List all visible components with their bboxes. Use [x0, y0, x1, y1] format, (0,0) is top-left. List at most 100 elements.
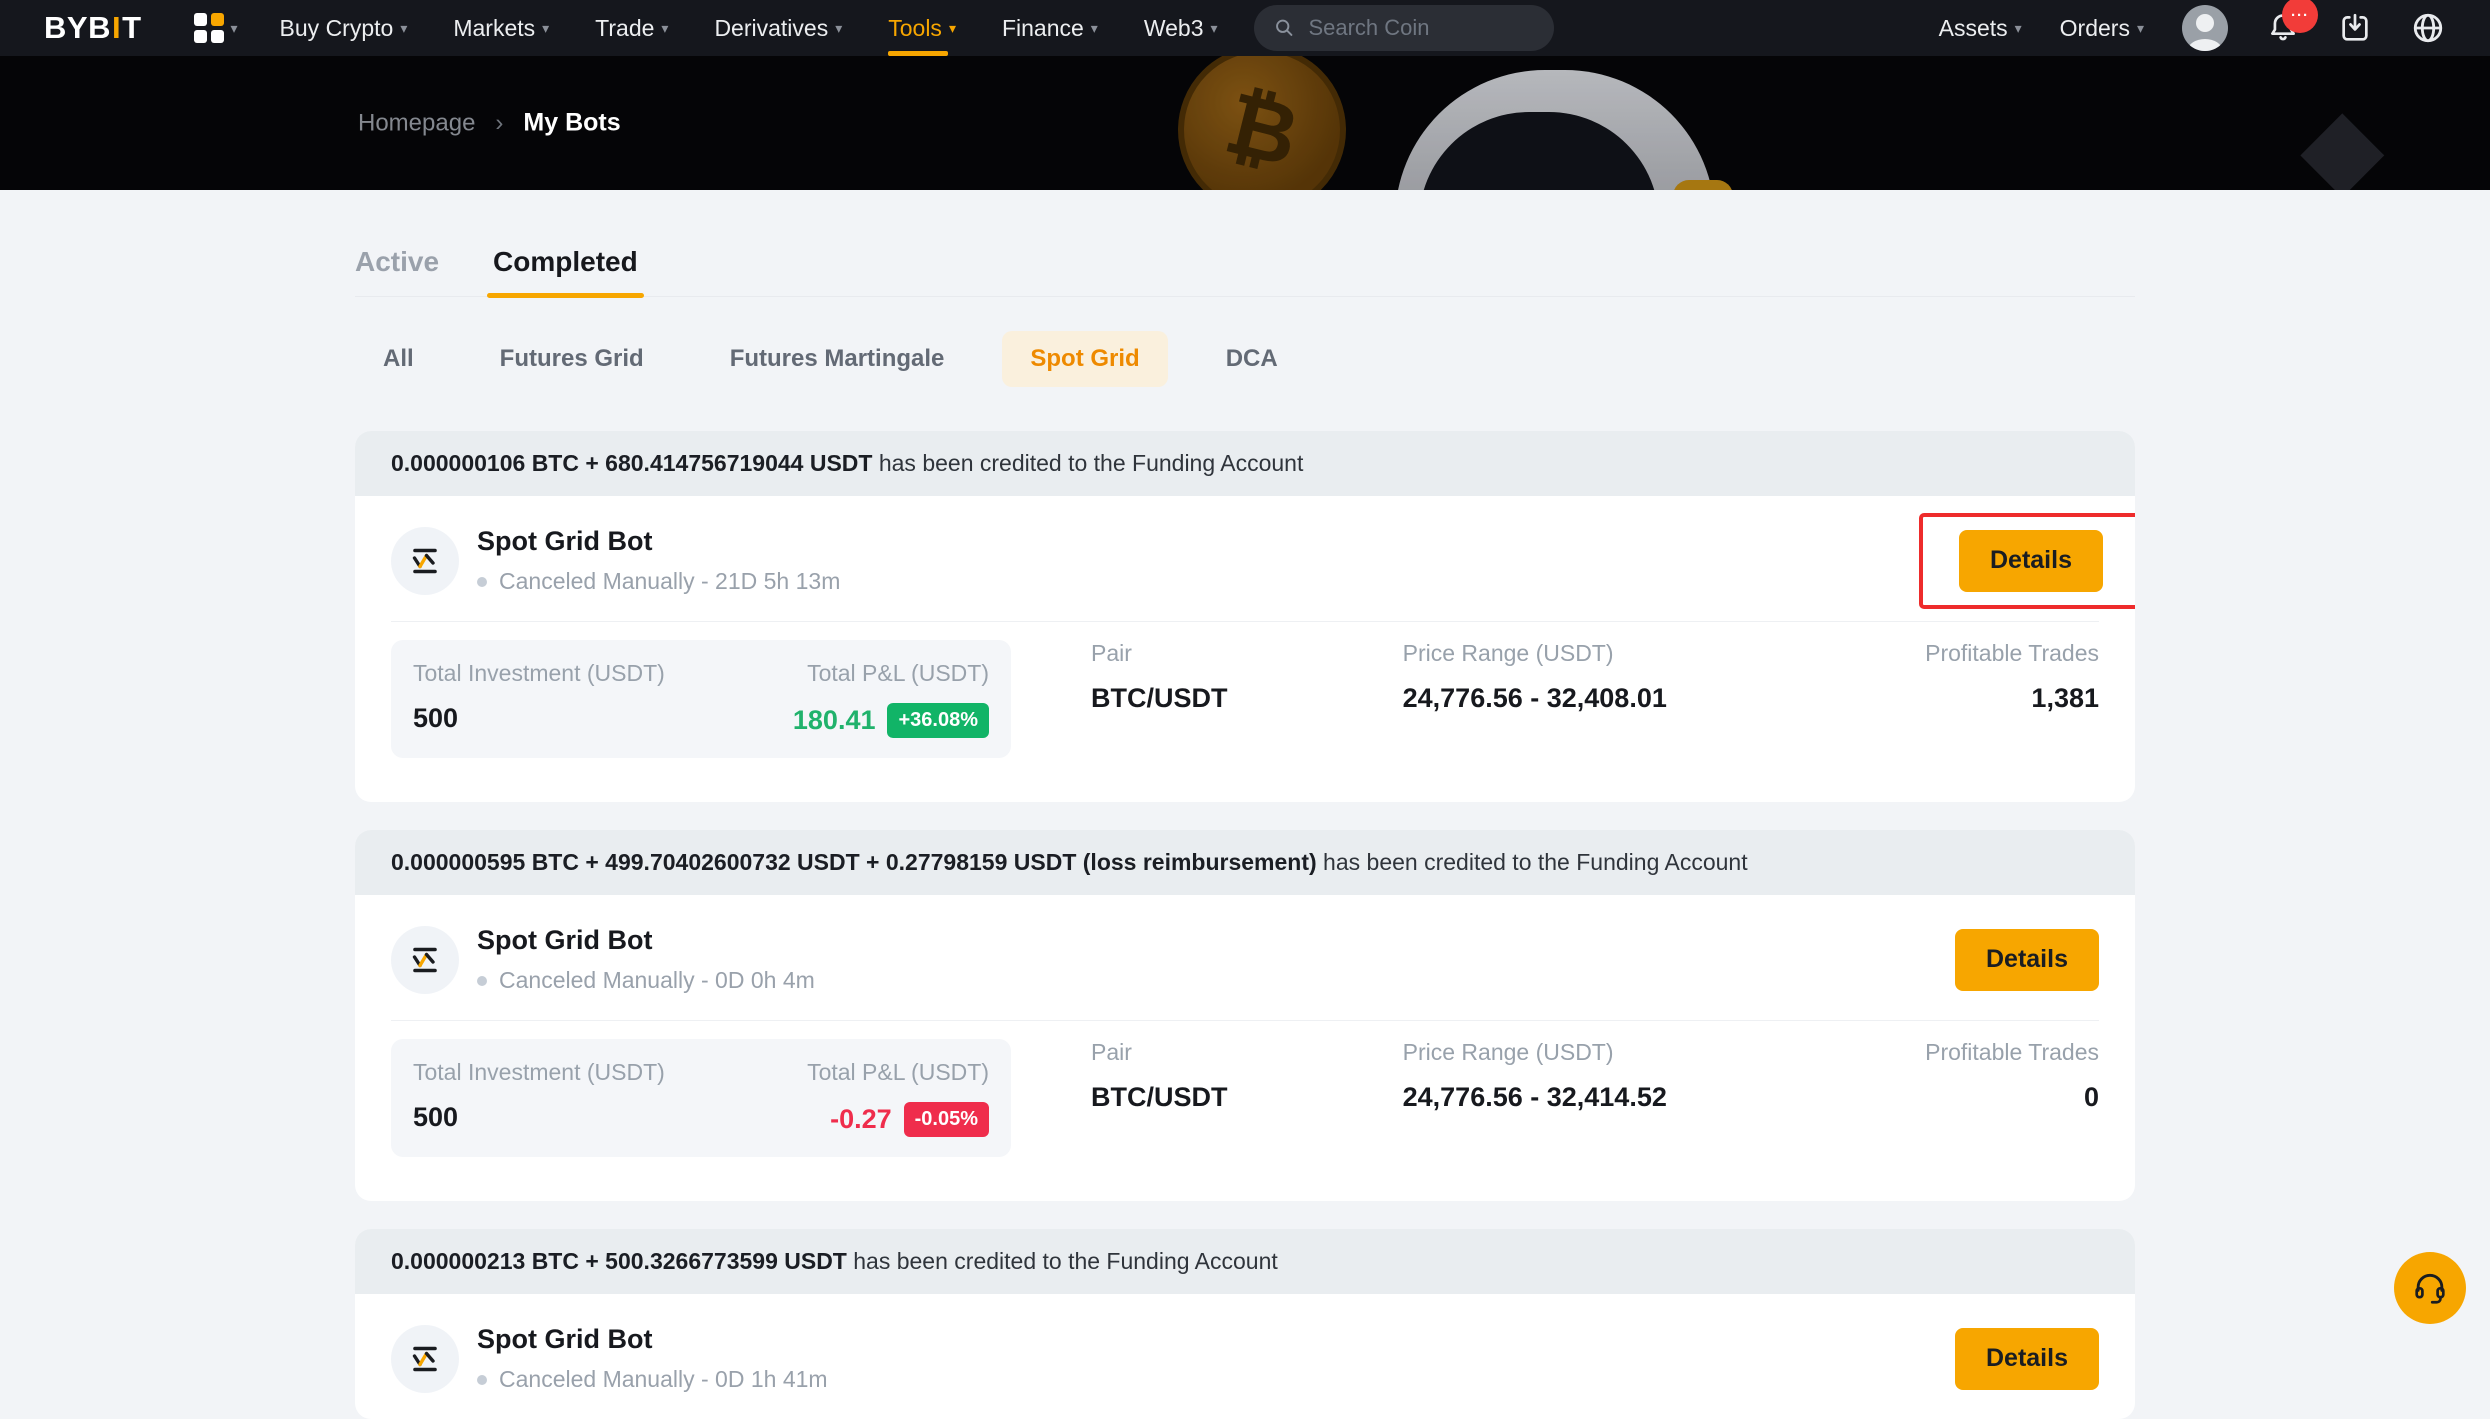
pnl-percent-badge: -0.05% [904, 1102, 989, 1137]
credited-text: has been credited to the Funding Account [1317, 849, 1748, 875]
status-text: Canceled Manually - 21D 5h 13m [499, 568, 840, 595]
nav-item-web3[interactable]: Web3▾ [1144, 0, 1218, 56]
chevron-down-icon: ▾ [661, 20, 668, 37]
pnl-value: 180.41 [793, 705, 876, 736]
spot-grid-bot-icon [391, 527, 459, 595]
stat-total-pnl: Total P&L (USDT) 180.41 +36.08% [793, 660, 989, 738]
stats-row: Total Investment (USDT) 500 Total P&L (U… [355, 1021, 2135, 1201]
nav-item-assets[interactable]: Assets▾ [1939, 15, 2022, 42]
stat-pair: Pair BTC/USDT [1091, 640, 1403, 714]
coin-search-box[interactable] [1254, 5, 1554, 51]
status-dot-icon [477, 577, 487, 587]
tab-completed[interactable]: Completed [493, 246, 638, 296]
chevron-down-icon: ▾ [1211, 20, 1218, 37]
chevron-down-icon: ▾ [2015, 20, 2022, 37]
filter-all[interactable]: All [355, 331, 442, 387]
bybit-logo[interactable]: BYBIT [44, 10, 142, 46]
filter-dca[interactable]: DCA [1198, 331, 1306, 387]
breadcrumb-current-page: My Bots [523, 109, 620, 138]
details-area: Details [1955, 1328, 2099, 1390]
stat-pair: Pair BTC/USDT [1091, 1039, 1403, 1113]
stat-profitable-trades: Profitable Trades 0 [1925, 1039, 2099, 1113]
pnl-percent-badge: +36.08% [887, 703, 989, 738]
bot-row: Spot Grid Bot Canceled Manually - 0D 1h … [355, 1294, 2135, 1419]
bot-type-filters: All Futures Grid Futures Martingale Spot… [355, 331, 2135, 387]
stat-total-investment: Total Investment (USDT) 500 [413, 660, 665, 738]
stat-price-range: Price Range (USDT) 24,776.56 - 32,414.52 [1403, 1039, 1926, 1113]
tab-active[interactable]: Active [355, 246, 439, 296]
details-area: Details [1955, 929, 2099, 991]
main-menu: Buy Crypto▾ Markets▾ Trade▾ Derivatives▾… [280, 0, 1218, 56]
credited-amount: 0.000000106 BTC + 680.414756719044 USDT [391, 450, 872, 476]
logo-accent: I [112, 10, 121, 46]
globe-icon [2410, 10, 2446, 46]
credited-banner: 0.000000106 BTC + 680.414756719044 USDT … [355, 431, 2135, 496]
bot-info: Spot Grid Bot Canceled Manually - 0D 1h … [477, 1324, 828, 1393]
chevron-down-icon: ▾ [231, 20, 238, 37]
credited-text: has been credited to the Funding Account [872, 450, 1303, 476]
notification-badge: ··· [2282, 0, 2318, 33]
chevron-down-icon: ▾ [2137, 20, 2144, 37]
nav-item-tools[interactable]: Tools▾ [888, 0, 956, 56]
top-nav: BYBIT ▾ Buy Crypto▾ Markets▾ Trade▾ Deri… [0, 0, 2490, 56]
bot-name: Spot Grid Bot [477, 526, 840, 557]
bot-info: Spot Grid Bot Canceled Manually - 0D 0h … [477, 925, 815, 994]
search-input[interactable] [1306, 14, 1533, 42]
nav-item-finance[interactable]: Finance▾ [1002, 0, 1098, 56]
bot-status: Canceled Manually - 21D 5h 13m [477, 568, 840, 595]
customer-support-button[interactable] [2394, 1252, 2466, 1324]
stats-row: Total Investment (USDT) 500 Total P&L (U… [355, 622, 2135, 802]
chevron-down-icon: ▾ [835, 20, 842, 37]
logo-text-1: BYB [44, 10, 111, 46]
pnl-value: -0.27 [830, 1104, 892, 1135]
status-text: Canceled Manually - 0D 0h 4m [499, 967, 815, 994]
page-content: Active Completed All Futures Grid Future… [355, 190, 2135, 1419]
nav-item-trade[interactable]: Trade▾ [595, 0, 668, 56]
credited-amount: 0.000000213 BTC + 500.3266773599 USDT [391, 1248, 847, 1274]
user-avatar[interactable] [2182, 5, 2228, 51]
details-button[interactable]: Details [1959, 530, 2103, 592]
chevron-down-icon: ▾ [1091, 20, 1098, 37]
nav-right-cluster: Assets▾ Orders▾ ··· [1939, 5, 2446, 51]
bot-row: Spot Grid Bot Canceled Manually - 21D 5h… [355, 496, 2135, 621]
breadcrumb: Homepage › My Bots [358, 109, 621, 138]
bot-name: Spot Grid Bot [477, 1324, 828, 1355]
spot-grid-bot-icon [391, 926, 459, 994]
bot-info: Spot Grid Bot Canceled Manually - 21D 5h… [477, 526, 840, 595]
bot-card: 0.000000595 BTC + 499.70402600732 USDT +… [355, 830, 2135, 1201]
annotation-highlight: Details [1919, 513, 2135, 609]
stat-price-range: Price Range (USDT) 24,776.56 - 32,408.01 [1403, 640, 1926, 714]
hero-banner: ₿ ◆ Homepage › My Bots [0, 56, 2490, 190]
apps-launcher-button[interactable]: ▾ [194, 13, 238, 43]
chevron-down-icon: ▾ [542, 20, 549, 37]
credited-banner: 0.000000213 BTC + 500.3266773599 USDT ha… [355, 1229, 2135, 1294]
apps-grid-icon [194, 13, 224, 43]
details-button[interactable]: Details [1955, 929, 2099, 991]
ethereum-illustration: ◆ [2300, 82, 2385, 190]
chevron-down-icon: ▾ [949, 20, 956, 37]
bot-card: 0.000000106 BTC + 680.414756719044 USDT … [355, 431, 2135, 802]
notifications-button[interactable]: ··· [2266, 11, 2300, 45]
download-icon [2338, 11, 2372, 45]
search-icon [1274, 16, 1295, 40]
status-dot-icon [477, 1375, 487, 1385]
filter-futures-martingale[interactable]: Futures Martingale [702, 331, 973, 387]
headset-icon [2411, 1269, 2449, 1307]
language-button[interactable] [2410, 10, 2446, 46]
status-dot-icon [477, 976, 487, 986]
spot-grid-bot-icon [391, 1325, 459, 1393]
nav-item-orders[interactable]: Orders▾ [2060, 15, 2144, 42]
details-area: Details [1919, 530, 2099, 592]
breadcrumb-homepage-link[interactable]: Homepage [358, 109, 475, 137]
credited-banner: 0.000000595 BTC + 499.70402600732 USDT +… [355, 830, 2135, 895]
filter-spot-grid[interactable]: Spot Grid [1002, 331, 1167, 387]
filter-futures-grid[interactable]: Futures Grid [472, 331, 672, 387]
download-app-button[interactable] [2338, 11, 2372, 45]
bitcoin-coin-illustration: ₿ [1178, 56, 1346, 190]
investment-pnl-box: Total Investment (USDT) 500 Total P&L (U… [391, 1039, 1011, 1157]
nav-item-buy-crypto[interactable]: Buy Crypto▾ [280, 0, 408, 56]
nav-item-derivatives[interactable]: Derivatives▾ [714, 0, 842, 56]
details-button[interactable]: Details [1955, 1328, 2099, 1390]
bot-status: Canceled Manually - 0D 1h 41m [477, 1366, 828, 1393]
nav-item-markets[interactable]: Markets▾ [453, 0, 549, 56]
